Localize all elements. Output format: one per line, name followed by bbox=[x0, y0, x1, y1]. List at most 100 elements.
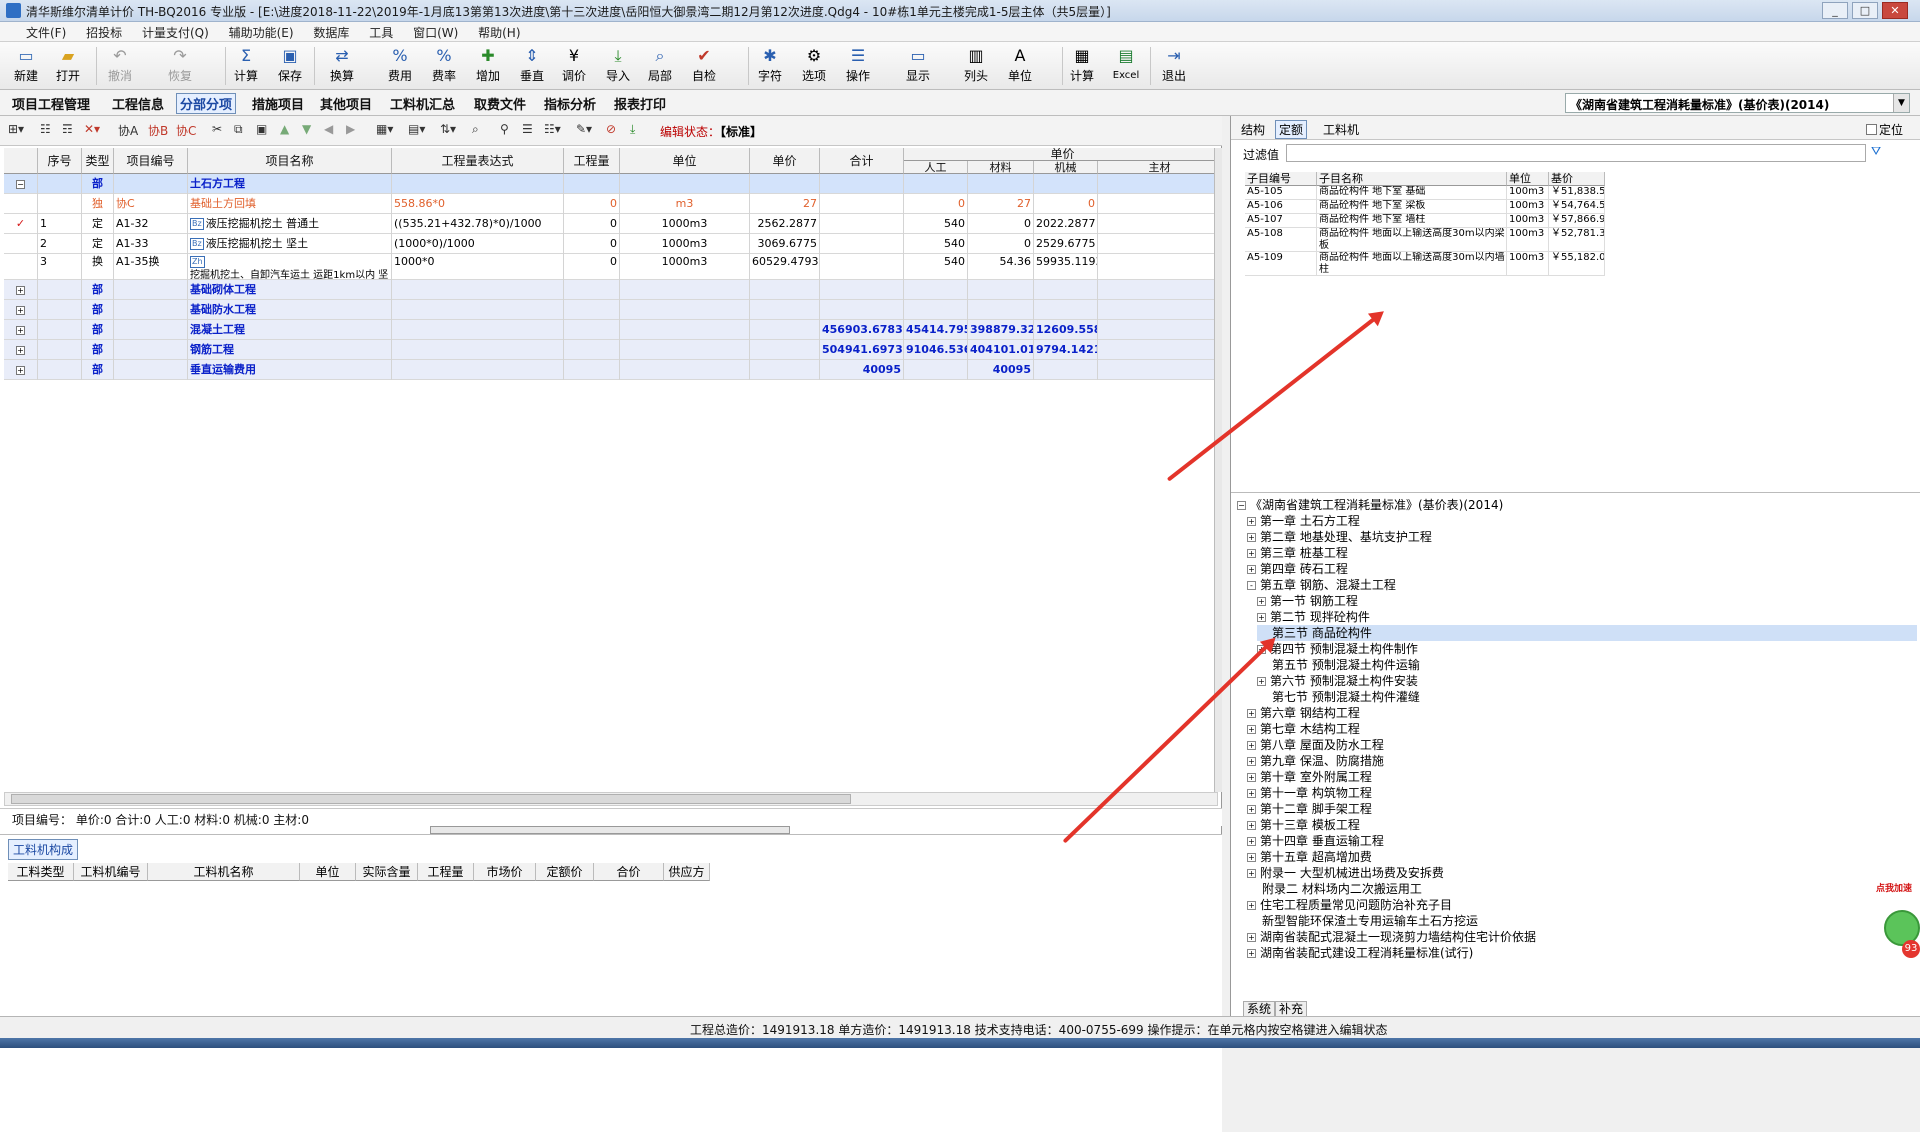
cell-main[interactable] bbox=[1098, 280, 1222, 300]
tree-node[interactable]: + 第九章 保温、防腐措施 bbox=[1247, 753, 1384, 769]
header-material-unit[interactable]: 单位 bbox=[300, 863, 356, 881]
cell-type[interactable]: 换 bbox=[82, 254, 114, 280]
cell-expr[interactable]: ((535.21+432.78)*0)/1000 bbox=[392, 214, 564, 234]
expand-icon[interactable]: + bbox=[1247, 517, 1256, 526]
header-labor[interactable]: 人工 bbox=[904, 161, 968, 174]
cell-qty[interactable] bbox=[564, 280, 620, 300]
compute-button[interactable]: ▦ 计算 bbox=[1066, 45, 1098, 87]
row-indicator[interactable] bbox=[4, 234, 38, 254]
cell-material[interactable]: 27 bbox=[968, 194, 1034, 214]
header-material-name[interactable]: 工料机名称 bbox=[148, 863, 300, 881]
header-qty[interactable]: 工程量 bbox=[564, 148, 620, 174]
table-row[interactable]: + 部 垂直运输费用 40095 40095 bbox=[4, 360, 1222, 380]
expand-icon[interactable]: + bbox=[1247, 725, 1256, 734]
copy-icon[interactable]: ⧉ bbox=[234, 122, 243, 137]
tree-node[interactable]: 第三节 商品砼构件 bbox=[1257, 625, 1917, 641]
cell-price[interactable]: 27 bbox=[750, 194, 820, 214]
cell-total[interactable] bbox=[820, 254, 904, 280]
header-total[interactable]: 合计 bbox=[820, 148, 904, 174]
tree-node[interactable]: + 第四章 砖石工程 bbox=[1247, 561, 1348, 577]
table-row[interactable]: + 部 基础防水工程 bbox=[4, 300, 1222, 320]
cell-total[interactable]: 40095 bbox=[820, 360, 904, 380]
self-check-button[interactable]: ✔ 自检 bbox=[688, 45, 720, 87]
cell-machine[interactable] bbox=[1034, 280, 1098, 300]
cell-machine[interactable]: 0 bbox=[1034, 194, 1098, 214]
cell-labor[interactable]: 91046.536 bbox=[904, 340, 968, 360]
cell-main[interactable] bbox=[1098, 254, 1222, 280]
cell-machine[interactable] bbox=[1034, 174, 1098, 194]
cell-unit[interactable]: 1000m3 bbox=[620, 214, 750, 234]
cell-qty[interactable] bbox=[564, 300, 620, 320]
cell-type[interactable]: 定 bbox=[82, 214, 114, 234]
table-row[interactable]: 2 定 A1-33 Bz 液压挖掘机挖土 坚土 (1000*0)/1000 0 1000m3 3… bbox=[4, 234, 1222, 254]
cell-type[interactable]: 部 bbox=[82, 360, 114, 380]
move-up-icon[interactable]: ▲ bbox=[280, 122, 289, 136]
open-button[interactable]: ▰ 打开 bbox=[52, 45, 84, 87]
cell-labor[interactable]: 540 bbox=[904, 234, 968, 254]
cell-price[interactable]: 3069.6775 bbox=[750, 234, 820, 254]
menu-bidding[interactable]: 招投标 bbox=[78, 22, 130, 43]
convert-button[interactable]: ⇄ 换算 bbox=[326, 45, 358, 87]
scrollbar-thumb[interactable] bbox=[11, 794, 851, 804]
cell-code[interactable] bbox=[114, 360, 188, 380]
cell-qty[interactable] bbox=[564, 340, 620, 360]
header-unit[interactable]: 单位 bbox=[620, 148, 750, 174]
cell-seq[interactable] bbox=[38, 194, 82, 214]
cell-price[interactable] bbox=[750, 280, 820, 300]
redo-button[interactable]: ↷ 恢复 bbox=[164, 45, 196, 87]
cell-code[interactable] bbox=[114, 340, 188, 360]
table-row[interactable]: 独协C 基础土方回填 558.86*0 0 m3 27 0 27 0 bbox=[4, 194, 1222, 214]
cell-total[interactable] bbox=[820, 194, 904, 214]
tab-index-analysis[interactable]: 指标分析 bbox=[544, 94, 596, 113]
cell-expr[interactable] bbox=[392, 340, 564, 360]
row-indicator[interactable]: + bbox=[4, 280, 38, 300]
cell-expr[interactable] bbox=[392, 300, 564, 320]
cell-expr[interactable] bbox=[392, 280, 564, 300]
cell-seq[interactable] bbox=[38, 300, 82, 320]
cell-code[interactable] bbox=[114, 320, 188, 340]
cell-qty[interactable]: 0 bbox=[564, 234, 620, 254]
header-type[interactable]: 类型 bbox=[82, 148, 114, 174]
header-quota-price[interactable]: 基价 bbox=[1549, 172, 1605, 186]
horizontal-scrollbar[interactable] bbox=[4, 792, 1218, 806]
cell-expr[interactable]: 558.86*0 bbox=[392, 194, 564, 214]
delete-icon[interactable]: ✕▾ bbox=[84, 122, 100, 136]
tab-other-items[interactable]: 其他项目 bbox=[320, 94, 372, 113]
table-row[interactable]: ✓ 1 定 A1-32 Bz 液压挖掘机挖土 普通土 ((535.21+432.78)*0)… bbox=[4, 214, 1222, 234]
cell-machine[interactable] bbox=[1034, 360, 1098, 380]
cell-unit[interactable] bbox=[620, 280, 750, 300]
table-row[interactable]: + 部 钢筋工程 504941.6973 91046.536 404101.01 9794.… bbox=[4, 340, 1222, 360]
grid-icon[interactable]: ▦▾ bbox=[376, 122, 393, 136]
row-indicator[interactable]: ✓ bbox=[4, 214, 38, 234]
cell-main[interactable] bbox=[1098, 214, 1222, 234]
cell-seq[interactable] bbox=[38, 174, 82, 194]
cell-name[interactable]: Zh 挖掘机挖土、自卸汽车运土 运距1km以内 坚土（实际运距:28km） bbox=[188, 254, 392, 280]
expand-icon[interactable]: + bbox=[1247, 853, 1256, 862]
expand-icon[interactable]: + bbox=[1247, 757, 1256, 766]
tree-node[interactable]: + 第一节 钢筋工程 bbox=[1257, 593, 1358, 609]
cell-price[interactable]: 60529.4793 bbox=[750, 254, 820, 280]
cell-unit[interactable]: 1000m3 bbox=[620, 234, 750, 254]
tree-node[interactable]: + 附录一 大型机械进出场费及安拆费 bbox=[1247, 865, 1444, 881]
cell-code[interactable] bbox=[114, 280, 188, 300]
header-material-code[interactable]: 工料机编号 bbox=[74, 863, 148, 881]
table-row[interactable]: − 部 土石方工程 bbox=[4, 174, 1222, 194]
move-down-icon[interactable]: ▼ bbox=[302, 122, 311, 136]
cell-labor[interactable] bbox=[904, 360, 968, 380]
cell-code[interactable]: A1-32 bbox=[114, 214, 188, 234]
cell-code[interactable]: A1-35换 bbox=[114, 254, 188, 280]
quota-row[interactable]: A5-106商品砼构件 地下室 梁板100m3￥54,764.59 bbox=[1245, 200, 1605, 214]
expand-icon[interactable]: + bbox=[1247, 741, 1256, 750]
tree-node[interactable]: + 第十一章 构筑物工程 bbox=[1247, 785, 1372, 801]
cell-total[interactable]: 456903.6783 bbox=[820, 320, 904, 340]
import-button[interactable]: ⤓ 导入 bbox=[602, 45, 634, 87]
cell-labor[interactable] bbox=[904, 300, 968, 320]
table-row[interactable]: 3 换 A1-35换 Zh 挖掘机挖土、自卸汽车运土 运距1km以内 坚土（实际运距:2… bbox=[4, 254, 1222, 280]
cell-material[interactable] bbox=[968, 280, 1034, 300]
unit-button[interactable]: A 单位 bbox=[1004, 45, 1036, 87]
quota-standard-select[interactable]: 《湖南省建筑工程消耗量标准》(基价表)(2014) ▼ bbox=[1565, 93, 1910, 113]
tree-node[interactable]: + 第一章 土石方工程 bbox=[1247, 513, 1360, 529]
expand-icon[interactable]: + bbox=[1247, 549, 1256, 558]
tree-node[interactable]: 第七节 预制混凝土构件灌缝 bbox=[1257, 689, 1420, 705]
paint-icon[interactable]: ✎▾ bbox=[576, 122, 592, 136]
